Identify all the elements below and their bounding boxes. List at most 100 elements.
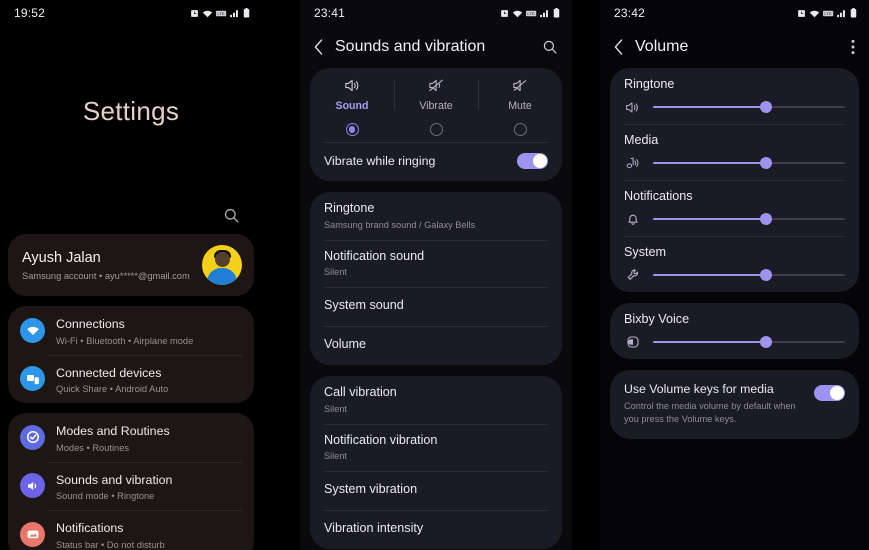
list-item[interactable]: System sound: [310, 287, 562, 326]
mode-radio-mute[interactable]: [513, 123, 527, 136]
mode-radio-sound[interactable]: [345, 123, 359, 136]
list-item[interactable]: Call vibration Silent: [310, 376, 562, 424]
volume-keys-toggle[interactable]: [814, 385, 845, 401]
status-icons: LTE: [797, 8, 857, 18]
slider-thumb[interactable]: [760, 269, 773, 281]
list-item-sub: Samsung brand sound / Galaxy Bells: [324, 219, 476, 230]
slider-thumb[interactable]: [760, 157, 773, 169]
account-card[interactable]: Ayush Jalan Samsung account • ayu*****@g…: [8, 234, 254, 296]
settings-hero: Settings: [0, 26, 262, 196]
volume-slider-notifications[interactable]: Notifications: [610, 180, 859, 236]
avatar[interactable]: [202, 245, 242, 285]
mode-option-vibrate[interactable]: Vibrate: [394, 78, 478, 136]
sound-icon: [20, 473, 45, 499]
settings-group-connections: Connections Wi-Fi • Bluetooth • Airplane…: [8, 306, 254, 403]
status-clock: 19:52: [14, 6, 46, 20]
mobile-data-icon: LTE: [823, 10, 834, 16]
signal-icon: [230, 9, 238, 17]
volume-slider-body: [624, 268, 845, 282]
back-arrow-icon[interactable]: [614, 39, 623, 55]
slider-thumb[interactable]: [760, 213, 773, 225]
mode-label: Vibrate: [419, 100, 453, 112]
sidebar-item-notifications[interactable]: Notifications Status bar • Do not distur…: [8, 510, 254, 550]
battery-icon: [850, 8, 857, 18]
wifi-icon: [202, 10, 213, 17]
volume-keys-card: Use Volume keys for media Control the me…: [610, 370, 859, 440]
sidebar-item-sounds-and-vibration[interactable]: Sounds and vibration Sound mode • Ringto…: [8, 461, 254, 511]
more-options-icon[interactable]: [851, 39, 855, 55]
slider-track[interactable]: [653, 268, 845, 282]
sidebar-item-sub: Wi-Fi • Bluetooth • Airplane mode: [56, 335, 194, 346]
mode-label: Sound: [335, 100, 369, 112]
volume-slider-ringtone[interactable]: Ringtone: [610, 68, 859, 124]
phone-panel-settings: 19:52 LTE Settings Ayush Jalan Samsung a…: [0, 0, 262, 550]
volume-label: Notifications: [624, 189, 693, 203]
slider-track[interactable]: [653, 156, 845, 170]
mobile-data-icon: LTE: [526, 10, 537, 16]
sidebar-item-connected-devices[interactable]: Connected devices Quick Share • Android …: [8, 354, 254, 404]
volume-label: System: [624, 245, 666, 259]
page-title: Volume: [635, 38, 689, 55]
volume-label: Ringtone: [624, 77, 675, 91]
volume-slider-system[interactable]: System: [610, 236, 859, 292]
svg-text:LTE: LTE: [824, 11, 832, 16]
sidebar-item-label: Connections: [56, 317, 125, 331]
list-item[interactable]: Ringtone Samsung brand sound / Galaxy Be…: [310, 192, 562, 240]
sidebar-item-sub: Modes • Routines: [56, 442, 130, 453]
bixby-voice-card: Bixby Voice: [610, 303, 859, 359]
svg-text:LTE: LTE: [527, 11, 535, 16]
volume-slider-body: [624, 212, 845, 226]
sidebar-item-connections[interactable]: Connections Wi-Fi • Bluetooth • Airplane…: [8, 306, 254, 355]
list-item-sub: Silent: [324, 451, 347, 462]
search-icon[interactable]: [542, 39, 558, 55]
slider-track-fill: [653, 161, 767, 165]
list-item[interactable]: Vibration intensity: [310, 510, 562, 549]
list-item[interactable]: Notification sound Silent: [310, 239, 562, 288]
volume-keys-row[interactable]: Use Volume keys for media Control the me…: [610, 370, 859, 439]
list-item-title: Notification vibration: [324, 432, 438, 447]
connected-devices-icon: [20, 366, 45, 392]
account-subtitle: Samsung account • ayu*****@gmail.com: [22, 270, 190, 281]
status-clock: 23:41: [314, 6, 346, 20]
settings-search-row[interactable]: [0, 196, 262, 234]
slider-track[interactable]: [653, 100, 845, 114]
sidebar-item-modes-and-routines[interactable]: Modes and Routines Modes • Routines: [8, 413, 254, 462]
page-title: Settings: [82, 95, 180, 126]
svg-text:LTE: LTE: [217, 11, 225, 16]
list-item[interactable]: Volume: [310, 326, 562, 365]
slider-thumb[interactable]: [760, 101, 773, 113]
volume-slider-media[interactable]: Media: [610, 124, 859, 180]
list-item[interactable]: Notification vibration Silent: [310, 423, 562, 472]
mute-icon: [512, 79, 526, 92]
list-item[interactable]: System vibration: [310, 471, 562, 510]
mode-option-sound[interactable]: Sound: [310, 78, 394, 136]
alarm-icon: [798, 9, 805, 17]
avatar-head: [214, 252, 230, 267]
slider-track[interactable]: [653, 212, 845, 226]
slider-track[interactable]: [653, 335, 845, 349]
account-text: Ayush Jalan Samsung account • ayu*****@g…: [22, 249, 194, 280]
slider-track-fill: [653, 105, 767, 109]
list-item-sub: Silent: [324, 267, 347, 278]
mode-radio-vibrate[interactable]: [429, 123, 443, 136]
vibrate-while-ringing-toggle[interactable]: [517, 153, 548, 169]
account-name: Ayush Jalan: [22, 250, 101, 267]
sound-mode-selector: Sound Vibrate Mute: [310, 68, 562, 142]
volume-slider-bixby-voice[interactable]: Bixby Voice: [610, 303, 859, 359]
list-item-title: Notification sound: [324, 248, 425, 263]
phone-panel-sounds-and-vibration: 23:41 LTE Sounds and vibration Sound Vib…: [300, 0, 572, 550]
sounds-text: Sounds and vibration Sound mode • Ringto…: [56, 471, 172, 502]
slider-thumb[interactable]: [760, 336, 773, 348]
account-row[interactable]: Ayush Jalan Samsung account • ayu*****@g…: [8, 234, 254, 296]
notifications-text: Notifications Status bar • Do not distur…: [56, 519, 165, 550]
back-arrow-icon[interactable]: [314, 39, 323, 55]
sidebar-item-label: Sounds and vibration: [56, 472, 173, 487]
list-item-sub: Silent: [324, 403, 347, 414]
vibrate-while-ringing-row[interactable]: Vibrate while ringing: [310, 142, 562, 181]
mode-option-mute[interactable]: Mute: [478, 78, 562, 136]
status-bar: 19:52 LTE: [0, 0, 262, 26]
settings-group-personalization: Modes and Routines Modes • Routines Soun…: [8, 413, 254, 550]
wifi-icon: [20, 317, 45, 343]
battery-icon: [553, 8, 560, 18]
search-icon[interactable]: [223, 207, 240, 224]
